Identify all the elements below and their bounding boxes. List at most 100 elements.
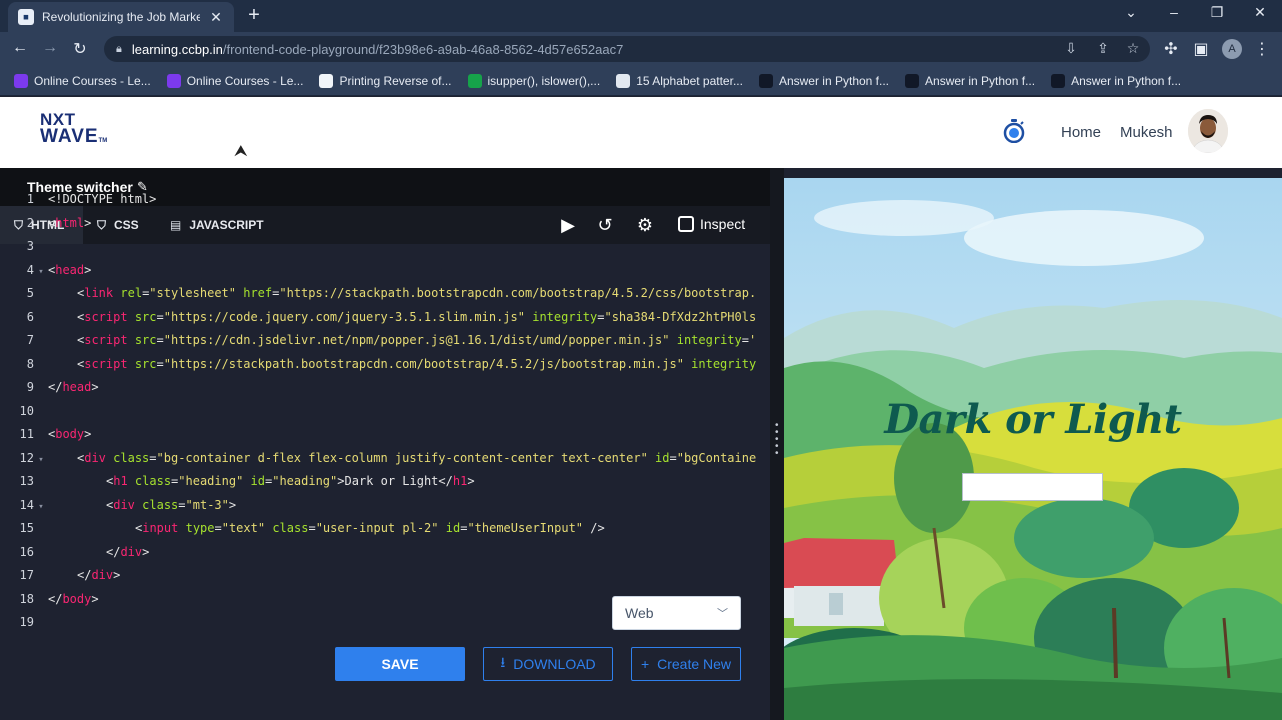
code-line: 13 <h1 class="heading" id="heading">Dark … bbox=[0, 470, 770, 494]
landscape-background bbox=[784, 178, 1282, 720]
platform-select[interactable]: Web ﹀ bbox=[612, 596, 741, 630]
code-token: > bbox=[84, 427, 92, 441]
code-line: 1 <!DOCTYPE html> bbox=[0, 188, 770, 212]
line-number: 17 bbox=[19, 568, 34, 582]
user-avatar[interactable] bbox=[1188, 109, 1228, 153]
browser-tab[interactable]: ◼ Revolutionizing the Job Market | ✕ bbox=[8, 2, 234, 32]
code-token: "stylesheet" bbox=[149, 286, 236, 300]
theme-user-input[interactable] bbox=[962, 473, 1103, 501]
code-token: h1 bbox=[113, 474, 128, 488]
code-token: > bbox=[84, 262, 92, 277]
drag-dots-icon: • • • • • bbox=[775, 420, 779, 459]
code-token: </ bbox=[48, 591, 63, 606]
code-token: "bgContaine bbox=[676, 450, 756, 465]
nav-user-name[interactable]: Mukesh bbox=[1120, 124, 1173, 141]
code-token: div bbox=[91, 568, 114, 582]
code-token: class bbox=[113, 450, 150, 465]
code-token: > bbox=[113, 568, 121, 582]
bookmark-item[interactable]: Answer in Python f... bbox=[1051, 73, 1181, 88]
stopwatch-icon[interactable] bbox=[1003, 119, 1025, 143]
nxtwave-logo[interactable]: NXT WAVETM bbox=[40, 111, 107, 150]
code-text: <div class="bg-container d-flex flex-col… bbox=[48, 447, 756, 471]
url-input[interactable]: 🔒︎ learning.ccbp.in/frontend-code-playgr… bbox=[104, 36, 1150, 62]
line-number: 18 bbox=[19, 591, 34, 606]
minimize-icon[interactable]: – bbox=[1164, 4, 1184, 20]
nav-home-link[interactable]: Home bbox=[1061, 124, 1101, 141]
bookmark-favicon-icon bbox=[14, 73, 28, 88]
line-number: 11 bbox=[19, 427, 34, 441]
line-number: 14 bbox=[19, 497, 34, 512]
bookmark-item[interactable]: Answer in Python f... bbox=[905, 73, 1035, 88]
code-text: <html> bbox=[48, 212, 91, 236]
line-number: 8 bbox=[26, 356, 34, 371]
bookmark-item[interactable]: Answer in Python f... bbox=[758, 73, 889, 88]
bookmark-star-icon[interactable]: ☆ bbox=[1124, 40, 1142, 57]
code-text: </div> bbox=[48, 541, 149, 565]
code-line: 2 <html> bbox=[0, 212, 770, 236]
side-panel-icon[interactable]: ▣ bbox=[1191, 39, 1211, 59]
logo-tm: TM bbox=[98, 138, 108, 144]
browser-menu-icon[interactable]: ⋮ bbox=[1252, 39, 1272, 59]
bookmark-item[interactable]: isupper(), islower(),... bbox=[467, 73, 600, 88]
back-arrow-icon[interactable]: ← bbox=[10, 39, 30, 57]
fold-arrow-icon[interactable]: ▾ bbox=[34, 449, 48, 473]
save-button[interactable]: SAVE bbox=[335, 647, 465, 681]
code-token: </ bbox=[77, 568, 92, 582]
download-button[interactable]: ⭳ DOWNLOAD bbox=[483, 647, 613, 681]
new-tab-button[interactable]: + bbox=[244, 5, 264, 25]
line-number: 13 bbox=[19, 474, 34, 488]
code-token: > bbox=[84, 215, 92, 230]
code-token: = bbox=[156, 309, 164, 324]
code-line: 12 ▾ <div class="bg-container d-flex flex-… bbox=[0, 447, 770, 471]
bookmark-item[interactable]: Online Courses - Le... bbox=[14, 73, 151, 88]
code-token: = bbox=[741, 333, 749, 347]
code-token: link bbox=[84, 286, 114, 300]
code-text: </head> bbox=[48, 376, 99, 400]
install-app-icon[interactable]: ⇩ bbox=[1062, 40, 1080, 57]
reload-icon[interactable]: ↻ bbox=[70, 39, 90, 59]
share-icon[interactable]: ⇪ bbox=[1094, 40, 1112, 57]
forward-arrow-icon[interactable]: → bbox=[40, 39, 60, 57]
maximize-icon[interactable]: ❐ bbox=[1207, 4, 1227, 21]
line-number: 2 bbox=[26, 215, 34, 230]
code-token: h1 bbox=[452, 474, 468, 488]
code-token: "heading" bbox=[272, 474, 338, 488]
browser-tab-bar: ◼ Revolutionizing the Job Market | ✕ + ⌄… bbox=[0, 0, 1282, 32]
tab-close-icon[interactable]: ✕ bbox=[208, 9, 224, 26]
code-token: body bbox=[62, 591, 92, 606]
code-token: src bbox=[134, 333, 157, 347]
code-token: = bbox=[214, 521, 222, 535]
code-line: 4 ▾ <head> bbox=[0, 259, 770, 283]
tab-search-chevron-icon[interactable]: ⌄ bbox=[1121, 4, 1141, 21]
code-token: src bbox=[134, 356, 157, 371]
address-bar-row: ← → ↻ 🔒︎ learning.ccbp.in/frontend-code-… bbox=[0, 32, 1282, 66]
extensions-puzzle-icon[interactable]: ✣ bbox=[1161, 39, 1181, 59]
create-new-button[interactable]: + Create New bbox=[631, 647, 741, 681]
fold-arrow-icon[interactable]: ▾ bbox=[34, 261, 48, 285]
bookmark-favicon-icon bbox=[758, 73, 773, 88]
code-token: script bbox=[84, 333, 128, 347]
close-window-icon[interactable]: ✕ bbox=[1250, 4, 1270, 21]
logo-bottom: WAVE bbox=[40, 126, 99, 147]
code-token: integrity bbox=[676, 333, 742, 347]
code-token: "text" bbox=[221, 521, 266, 535]
code-token: integrity bbox=[532, 309, 598, 324]
bookmark-item[interactable]: 15 Alphabet patter... bbox=[616, 73, 743, 88]
bookmark-label: Online Courses - Le... bbox=[34, 73, 151, 88]
code-token: id bbox=[655, 450, 670, 465]
code-token: "https://cdn.jsdelivr.net/npm/popper.js@… bbox=[163, 333, 670, 347]
profile-avatar[interactable]: A bbox=[1222, 39, 1242, 59]
plus-icon: + bbox=[640, 656, 650, 672]
panel-resize-handle[interactable]: • • • • • bbox=[770, 168, 784, 720]
bookmark-item[interactable]: Printing Reverse of... bbox=[319, 73, 452, 88]
bookmark-favicon-icon bbox=[467, 73, 482, 88]
bookmark-item[interactable]: Online Courses - Le... bbox=[166, 73, 303, 88]
fold-arrow-icon[interactable]: ▾ bbox=[34, 496, 48, 520]
code-token: > bbox=[467, 474, 475, 488]
